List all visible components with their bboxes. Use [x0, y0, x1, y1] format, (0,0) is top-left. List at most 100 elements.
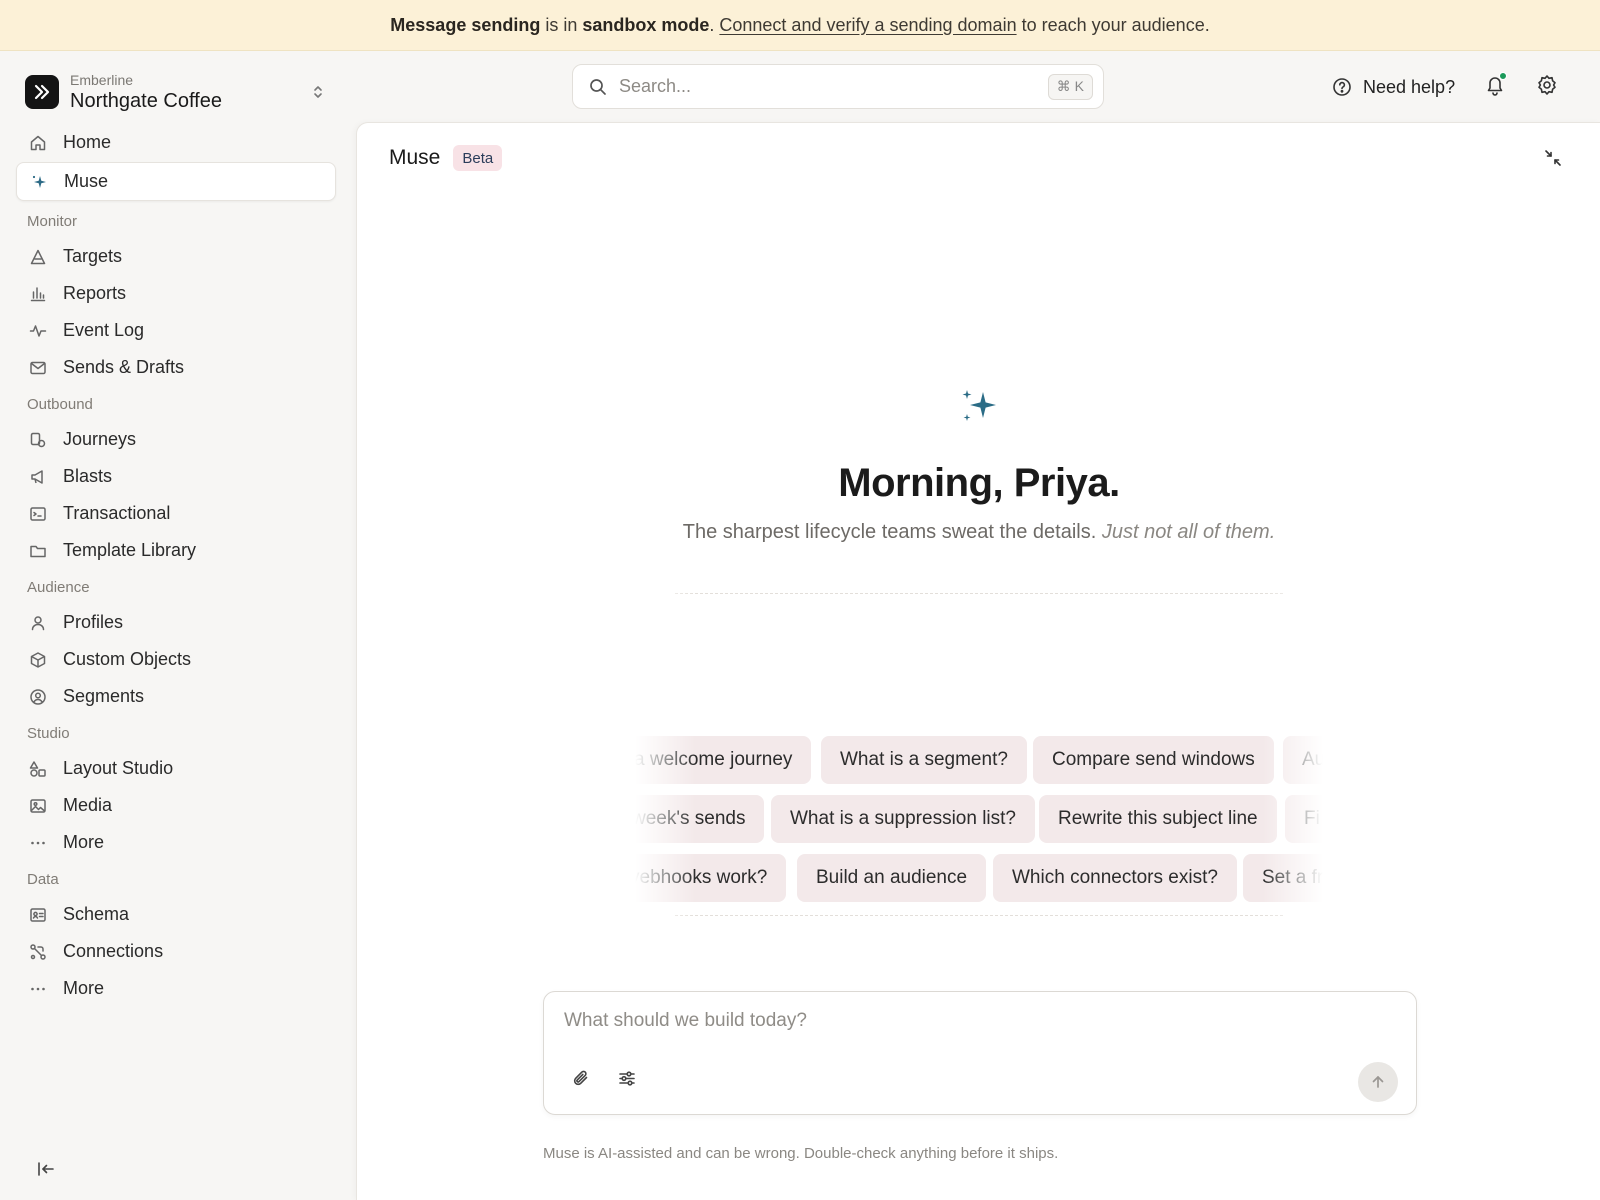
sidebar-item-connections[interactable]: Connections [16, 933, 336, 970]
search-box[interactable]: ⌘ K [572, 64, 1104, 109]
connections-icon [28, 942, 48, 962]
suggestion-chip[interactable]: vebhooks work? [635, 854, 787, 902]
suggestion-chip[interactable]: a welcome journey [635, 736, 812, 784]
minimize-icon[interactable] [1544, 149, 1562, 167]
divider [675, 593, 1283, 594]
sidebar-item-template-library[interactable]: Template Library [16, 532, 336, 569]
sliders-icon[interactable] [618, 1069, 636, 1087]
suggestion-chip[interactable]: Fi [1285, 795, 1323, 843]
sidebar-item-label: Layout Studio [63, 758, 174, 778]
activity-icon [28, 321, 48, 341]
settings-button[interactable] [1536, 74, 1558, 96]
banner-text: is in [540, 14, 583, 35]
sidebar-item-label: Journeys [63, 429, 137, 449]
sidebar-item-label: Schema [63, 904, 130, 924]
search-input[interactable] [619, 76, 1048, 97]
suggestion-chip[interactable]: Set a fr [1243, 854, 1323, 902]
sidebar-item-label: Profiles [63, 612, 124, 632]
sidebar-item-label: Media [63, 795, 113, 815]
search-shortcut: ⌘ K [1047, 73, 1093, 100]
prompt-input[interactable] [564, 1010, 1344, 1046]
nav-section-studio: Studio [27, 725, 70, 742]
divider [675, 915, 1283, 916]
suggestion-chip[interactable]: Rewrite this subject line [1039, 795, 1277, 843]
sidebar-item-sends-drafts[interactable]: Sends & Drafts [16, 349, 336, 386]
sidebar-item-label: Connections [63, 941, 164, 961]
megaphone-icon [28, 467, 48, 487]
sidebar-item-custom-objects[interactable]: Custom Objects [16, 641, 336, 678]
panel-header: Muse Beta [389, 145, 503, 171]
sidebar-item-media[interactable]: Media [16, 787, 336, 824]
tagline: The sharpest lifecycle teams sweat the d… [357, 521, 1600, 544]
greeting-heading: Morning, Priya. [838, 461, 1120, 505]
suggestion-chip[interactable]: Compare send windows [1033, 736, 1274, 784]
sidebar-item-label: Reports [63, 283, 127, 303]
banner-text-bold: Message sending [390, 14, 541, 35]
collapse-sidebar-icon[interactable] [36, 1159, 56, 1179]
more-dots-icon [28, 979, 48, 999]
more-dots-icon [28, 833, 48, 853]
image-icon [28, 796, 48, 816]
target-icon [28, 247, 48, 267]
suggestion-chip[interactable]: week's sends [635, 795, 765, 843]
sidebar-item-transactional[interactable]: Transactional [16, 495, 336, 532]
user-circle-icon [28, 687, 48, 707]
muse-panel: Muse Beta Morning, Priya. The sharpest l… [356, 122, 1600, 1200]
sandbox-banner: Message sending is in sandbox mode . Con… [0, 0, 1600, 51]
sidebar-item-layout-studio[interactable]: Layout Studio [16, 750, 336, 787]
sidebar-item-targets[interactable]: Targets [16, 238, 336, 275]
user-icon [28, 613, 48, 633]
sidebar-item-studio-more[interactable]: More [16, 824, 336, 861]
tagline-main: The sharpest lifecycle teams sweat the d… [682, 521, 1097, 543]
sidebar-item-label: Blasts [63, 466, 113, 486]
page-title: Muse [389, 146, 441, 169]
sidebar-item-label: Segments [63, 686, 145, 706]
sidebar-item-data-more[interactable]: More [16, 970, 336, 1007]
sidebar-item-label: Home [63, 132, 112, 152]
sidebar-item-profiles[interactable]: Profiles [16, 604, 336, 641]
ai-disclaimer: Muse is AI-assisted and can be wrong. Do… [543, 1145, 1059, 1162]
suggestion-chip[interactable]: Which connectors exist? [993, 854, 1237, 902]
nav-section-monitor: Monitor [27, 213, 78, 230]
suggestion-chips: a welcome journey What is a segment? Com… [635, 593, 1323, 917]
shapes-icon [28, 759, 48, 779]
search-icon [589, 78, 607, 96]
suggestion-chip[interactable]: Build an audience [797, 854, 987, 902]
sidebar-item-label: Sends & Drafts [63, 357, 185, 377]
sparkle-icon [29, 172, 49, 192]
suggestion-chip[interactable]: Au [1283, 736, 1323, 784]
sidebar-item-label: Transactional [63, 503, 171, 523]
sidebar-item-journeys[interactable]: Journeys [16, 421, 336, 458]
banner-text-end: to reach your audience. [1021, 14, 1210, 35]
nav-section-data: Data [27, 871, 59, 888]
suggestion-chip[interactable]: What is a suppression list? [771, 795, 1035, 843]
prompt-composer [543, 991, 1417, 1115]
send-button[interactable] [1358, 1062, 1398, 1102]
help-circle-icon [1332, 77, 1352, 97]
paperclip-icon[interactable] [572, 1069, 590, 1087]
sidebar-item-schema[interactable]: Schema [16, 896, 336, 933]
workspace-name: Northgate Coffee [70, 90, 222, 112]
sidebar-item-label: Event Log [63, 320, 145, 340]
nav-section-audience: Audience [27, 579, 90, 596]
sidebar-item-label: More [63, 978, 105, 998]
sidebar-item-home[interactable]: Home [16, 124, 336, 161]
sidebar: Emberline Northgate Coffee Home Muse Mon… [0, 51, 352, 1200]
workspace-switcher[interactable]: Emberline Northgate Coffee [16, 64, 336, 120]
sidebar-item-segments[interactable]: Segments [16, 678, 336, 715]
sidebar-item-label: Template Library [63, 540, 197, 560]
sidebar-item-blasts[interactable]: Blasts [16, 458, 336, 495]
arrow-up-icon [1372, 1076, 1384, 1088]
verify-domain-link[interactable]: Connect and verify a sending domain [719, 15, 1016, 36]
tagline-italic: Just not all of them. [1101, 521, 1276, 543]
cube-icon [28, 650, 48, 670]
need-help-button[interactable]: Need help? [1332, 72, 1455, 102]
suggestion-chip[interactable]: What is a segment? [821, 736, 1027, 784]
workspace-logo-icon [25, 75, 59, 109]
sidebar-item-label: Custom Objects [63, 649, 192, 669]
sidebar-item-muse[interactable]: Muse [16, 162, 336, 201]
sidebar-item-event-log[interactable]: Event Log [16, 312, 336, 349]
notifications-button[interactable] [1485, 72, 1507, 96]
gear-icon [1536, 74, 1558, 96]
sidebar-item-reports[interactable]: Reports [16, 275, 336, 312]
